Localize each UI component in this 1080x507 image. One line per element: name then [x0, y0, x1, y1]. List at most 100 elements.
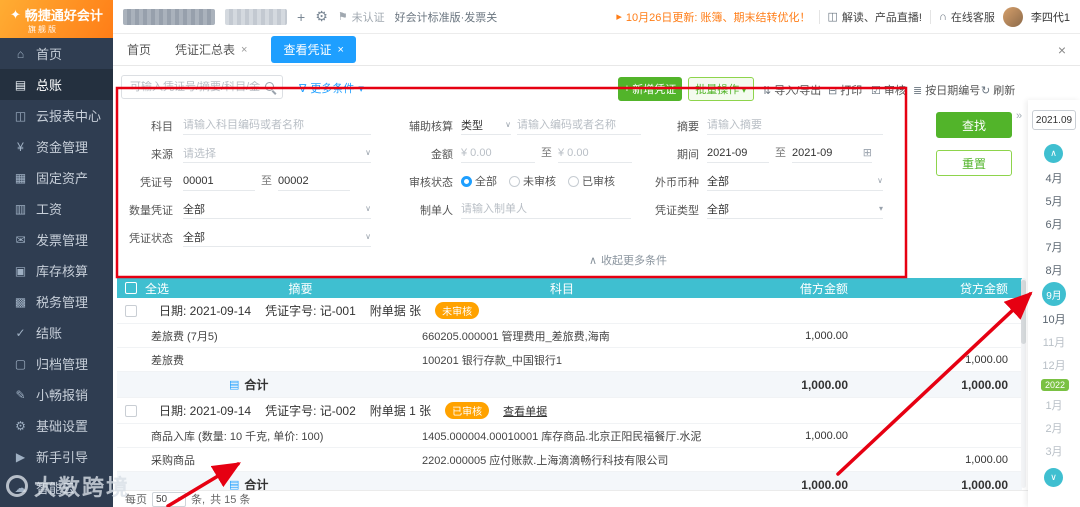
voucher-no-from[interactable] [183, 171, 255, 191]
row-checkbox[interactable] [125, 404, 137, 417]
amount-from[interactable] [461, 143, 535, 163]
tab-view-voucher[interactable]: 查看凭证 × [271, 36, 356, 63]
month-item[interactable]: 4月 [1028, 170, 1080, 186]
amount-to[interactable] [558, 143, 632, 163]
number-by-date-button[interactable]: ≣ 按日期编号 [913, 82, 980, 98]
sidebar-item-salary[interactable]: ▥ 工资 [0, 193, 113, 224]
voucher-no-from-input[interactable] [183, 174, 255, 187]
voucher-entry-row[interactable]: 采购商品 2202.000005 应付账款.上海滴滴畅行科技有限公司 1,000… [117, 448, 1022, 472]
refresh-button[interactable]: ↻ 刷新 [981, 82, 1015, 98]
avatar[interactable] [1002, 6, 1023, 27]
scroll-up-icon[interactable]: ∧ [1044, 144, 1063, 163]
month-item[interactable]: 10月 [1028, 311, 1080, 327]
amount-to-input[interactable] [558, 146, 632, 159]
month-item[interactable]: 3月 [1028, 443, 1080, 459]
rail-toggle-icon[interactable]: » [1016, 110, 1022, 122]
product-live-link[interactable]: ◫ 解读、产品直播! [828, 9, 922, 25]
sidebar-item-tax[interactable]: ▩ 税务管理 [0, 286, 113, 317]
sidebar-item-closing[interactable]: ✓ 结账 [0, 317, 113, 348]
month-item[interactable]: 12月 [1028, 357, 1080, 373]
source-select[interactable]: 请选择 ∨ [183, 143, 371, 163]
row-checkbox[interactable] [125, 304, 137, 317]
add-voucher-button[interactable]: + 新增凭证 [618, 77, 682, 101]
preparer-input[interactable] [461, 202, 631, 215]
sidebar-item-settings[interactable]: ⚙ 基础设置 [0, 410, 113, 441]
sidebar-item-smart-cloud[interactable]: ☁ 智能云 [0, 472, 113, 503]
close-icon[interactable]: × [241, 44, 247, 56]
more-filters-button[interactable]: ∇ 更多条件 ▾ [299, 80, 364, 96]
period-label: 期间 [677, 149, 699, 161]
table-scrollbar[interactable] [1021, 278, 1026, 488]
radio-unaudited[interactable]: 未审核 [509, 173, 556, 189]
add-account-button[interactable]: + [297, 9, 305, 25]
search-input[interactable] [130, 81, 260, 93]
qty-voucher-select[interactable]: 全部 ∨ [183, 199, 371, 219]
reset-button[interactable]: 重置 [936, 150, 1012, 176]
aux-type-select[interactable]: 类型 ∨ [461, 115, 511, 135]
amount-from-input[interactable] [461, 146, 535, 159]
sidebar-item-cloud-reports[interactable]: ◫ 云报表中心 [0, 100, 113, 131]
batch-ops-button[interactable]: 批量操作 ▾ [688, 77, 754, 101]
month-item[interactable]: 8月 [1028, 262, 1080, 278]
sidebar-item-guide[interactable]: ▶ 新手引导 [0, 441, 113, 472]
voucher-type-select[interactable]: 全部 ▾ [707, 199, 883, 219]
select-all-checkbox[interactable] [125, 282, 137, 294]
tab-voucher-summary[interactable]: 凭证汇总表 × [175, 41, 247, 58]
aux-input-field[interactable] [517, 115, 641, 135]
summary-input[interactable] [707, 118, 883, 131]
currency-select[interactable]: 全部 ∨ [707, 171, 883, 191]
subject-input[interactable] [183, 118, 371, 131]
sidebar-item-fixed-assets[interactable]: ▦ 固定资产 [0, 162, 113, 193]
month-item[interactable]: 1月 [1028, 397, 1080, 413]
sidebar-item-general-ledger[interactable]: ▤ 总账 [0, 69, 113, 100]
month-item[interactable]: 2月 [1028, 420, 1080, 436]
print-button[interactable]: ⊟ 打印 [828, 82, 862, 98]
summary-field[interactable] [707, 115, 883, 135]
user-name[interactable]: 李四代1 [1031, 9, 1070, 25]
voucher-entry-row[interactable]: 差旅费 (7月5) 660205.000001 管理费用_差旅费,海南 1,00… [117, 324, 1022, 348]
sidebar-item-inventory[interactable]: ▣ 库存核算 [0, 255, 113, 286]
aux-input[interactable] [517, 118, 641, 131]
online-service-link[interactable]: ∩ 在线客服 [939, 9, 995, 25]
period-current[interactable]: 2021.09 [1032, 110, 1076, 130]
view-docs-link[interactable]: 查看单据 [503, 403, 547, 419]
radio-all[interactable]: 全部 [461, 173, 497, 189]
voucher-search[interactable] [121, 75, 283, 99]
month-item[interactable]: 7月 [1028, 239, 1080, 255]
voucher-status-select[interactable]: 全部 ∨ [183, 227, 371, 247]
close-icon[interactable]: × [337, 44, 343, 56]
sidebar-item-home[interactable]: ⌂ 首页 [0, 38, 113, 69]
preparer-field[interactable] [461, 199, 631, 219]
month-item[interactable]: 11月 [1028, 334, 1080, 350]
entry-subject: 2202.000005 应付账款.上海滴滴畅行科技有限公司 [422, 454, 669, 467]
month-item-current[interactable]: 9月 [1042, 282, 1066, 306]
announcement[interactable]: ▸ 10月26日更新: 账簿、期末结转优化！ [616, 9, 810, 25]
close-all-tabs-icon[interactable]: × [1058, 42, 1066, 58]
sidebar-item-archive[interactable]: ▢ 归档管理 [0, 348, 113, 379]
gear-icon[interactable]: ⚙ [315, 8, 328, 25]
page-size-select[interactable]: 50 ∨ [152, 491, 186, 507]
subject-field[interactable] [183, 115, 371, 135]
tab-home[interactable]: 首页 [127, 41, 151, 58]
voucher-entry-row[interactable]: 差旅费 100201 银行存款_中国银行1 1,000.00 [117, 348, 1022, 372]
currency-label: 外币币种 [655, 177, 699, 189]
radio-audited[interactable]: 已审核 [568, 173, 615, 189]
month-item[interactable]: 5月 [1028, 193, 1080, 209]
year-badge[interactable]: 2022 [1041, 379, 1070, 391]
sidebar-item-reimburse[interactable]: ✎ 小畅报销 [0, 379, 113, 410]
sidebar-item-invoice[interactable]: ✉ 发票管理 [0, 224, 113, 255]
month-item[interactable]: 6月 [1028, 216, 1080, 232]
voucher-no-to[interactable] [278, 171, 350, 191]
period-from[interactable]: 2021-09 [707, 143, 769, 163]
collapse-filters-button[interactable]: ∧ 收起更多条件 [543, 252, 713, 268]
voucher-no-to-input[interactable] [278, 174, 350, 187]
sidebar-item-funds[interactable]: ¥ 资金管理 [0, 131, 113, 162]
search-icon[interactable] [265, 82, 274, 91]
voucher-entry-row[interactable]: 商品入库 (数量: 10 千克, 单价: 100) 1405.000004.00… [117, 424, 1022, 448]
search-button[interactable]: 查找 [936, 112, 1012, 138]
import-export-button[interactable]: ⇅ 导入/导出 [762, 82, 821, 98]
scroll-down-icon[interactable]: ∨ [1044, 468, 1063, 487]
audit-button[interactable]: ☑ 审核 [871, 82, 906, 98]
scrollbar-thumb[interactable] [1021, 280, 1026, 344]
period-to[interactable]: 2021-09 ⊞ [792, 143, 872, 163]
